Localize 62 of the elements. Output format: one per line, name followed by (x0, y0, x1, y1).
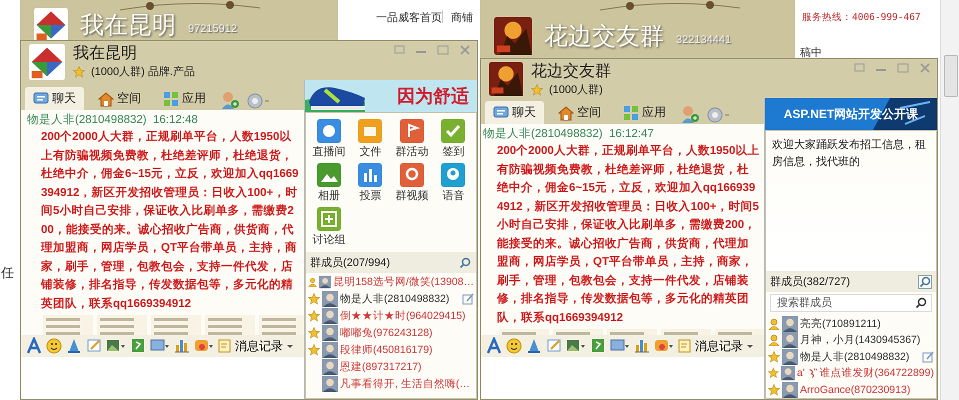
member-count: 群成员(382/727) (770, 275, 850, 290)
member-name: 谁点谁发财(364722899) (819, 366, 934, 380)
member-row[interactable]: a' 谁点谁发财(364722899) (766, 364, 936, 382)
message-sender: 物是人非(2810498832) 16:12:48 (27, 112, 199, 127)
member-name: 月神，小月(1430945367) (800, 333, 920, 348)
member-name: 嘟嘟兔(976243128) (340, 326, 433, 340)
group-number: 322134441 (676, 34, 732, 46)
member-name: 倒★★计★时(964029415) (340, 308, 466, 322)
member-name: 亮亮(710891211) (800, 316, 881, 331)
member-row[interactable]: 昆明158选号网/微笑(13908… (306, 273, 476, 290)
member-name: 凡事看得开, 生活自然嗨(… (340, 376, 470, 390)
member-row[interactable]: 嘟嘟兔(976243128) (306, 324, 476, 341)
message-text: 200个2000人大群，正规刷单平台，人数1950以上有防骗视频免费教，杜绝差评师，杜绝退货，杜绝中介，佣金6~15元，立反，欢迎加入qq1669394912，新区开发招收管理员：日收入100+，时间5小时自己安排，保证收入比刷单多，需缴费200，能接受的来。诚心招收广告商，供货商，代理加盟商，网店学员，QT平台带单员，主持，商家，刷手，管理，包教包会，支持一件代发，店铺装修，排名指导，传发数据包等，多元化的精英团队，联系qq1669394912 (497, 143, 760, 326)
member-row[interactable]: 物是人非(2810498832) (766, 348, 936, 365)
message-text: 200个2000人大群，正规刷单平台，人数1950以上有防骗视频免费教，杜绝差评师，杜绝退货，杜绝中介，佣金6~15元，立反，欢迎加入qq1669394912，新区开发招收管理员：日收入100+，时间5小时自己安排，保证收入比刷单多，需缴费200，能接受的来。诚心招收广告商，供货商，代理加盟商，网店学员，QT平台带单员，主持，商家，刷手，管理，包教包会，支持一件代发，店铺装修，排名指导，传发数据包等，多元化的精英团队，联系qq1669394912 (41, 129, 300, 312)
app-button[interactable]: 群视频 (391, 163, 432, 203)
page-label: 任 (1, 264, 14, 282)
hotline-text: 服务热线：4006-999-467 (802, 11, 921, 24)
member-row[interactable]: 段律师(450816179) (306, 341, 476, 358)
member-row[interactable]: 倒★★计★时(964029415) (306, 307, 476, 324)
tab[interactable]: 空间 (90, 87, 149, 110)
member-name: 段律师(450816179) (340, 342, 433, 356)
app-button[interactable]: 直播间 (308, 119, 350, 159)
tab[interactable]: 聊天 (485, 101, 544, 124)
message-sender: 物是人非(2810498832) 16:12:47 (483, 126, 655, 141)
page-link[interactable]: 一品威客首页 (376, 10, 442, 25)
tab[interactable]: 应用 (155, 87, 214, 110)
banner-text: ASP.NET网站开发公开课 (784, 106, 918, 122)
group-info: (1000人群) (549, 83, 603, 97)
group-name: 花边交友群 (531, 62, 611, 81)
member-name: ArroGance(870230913) (800, 384, 910, 396)
member-tag: a' (796, 367, 805, 380)
app-button[interactable]: 投票 (350, 163, 391, 203)
member-row[interactable]: 亮亮(710891211) (766, 315, 936, 332)
app-button[interactable]: 群活动 (391, 119, 432, 159)
status-text: 稿中 (800, 46, 822, 60)
tab[interactable]: 聊天 (25, 87, 84, 110)
member-row[interactable]: 凡事看得开, 生活自然嗨(… (306, 375, 476, 392)
member-name: 物是人非(2810498832) (800, 350, 910, 364)
page-link[interactable]: 商铺 (451, 10, 473, 25)
member-row[interactable]: 月神，小月(1430945367) (766, 332, 936, 348)
member-name: 物是人非(2810498832) (340, 292, 450, 306)
member-name: 昆明158选号网/微笑(13908… (333, 274, 474, 288)
app-button[interactable]: 讨论组 (308, 207, 350, 247)
group-name: 花边交友群 (544, 22, 664, 52)
app-button[interactable]: 相册 (308, 163, 350, 203)
group-name: 我在昆明 (80, 11, 176, 40)
member-row[interactable]: ArroGance(870230913) (766, 381, 936, 398)
app-button[interactable]: 文件 (350, 119, 391, 159)
group-info: (1000人群) 品牌.产品 (91, 64, 195, 79)
tab[interactable]: 应用 (615, 101, 674, 124)
group-name: 我在昆明 (73, 44, 138, 63)
app-button[interactable]: 签到 (432, 119, 474, 159)
member-row[interactable]: 恩建(897317217) (306, 358, 476, 375)
member-count: 群成员(207/994) (310, 256, 390, 270)
member-name: 恩建(897317217) (340, 360, 422, 374)
member-search-field[interactable]: 搜索群成员 (770, 294, 932, 312)
app-button[interactable]: 语音 (432, 163, 474, 203)
banner-text: 因为舒适 (397, 85, 470, 108)
tab[interactable]: 空间 (550, 101, 609, 124)
member-row[interactable]: 物是人非(2810498832) (306, 290, 476, 307)
group-number: 97215912 (188, 23, 237, 35)
